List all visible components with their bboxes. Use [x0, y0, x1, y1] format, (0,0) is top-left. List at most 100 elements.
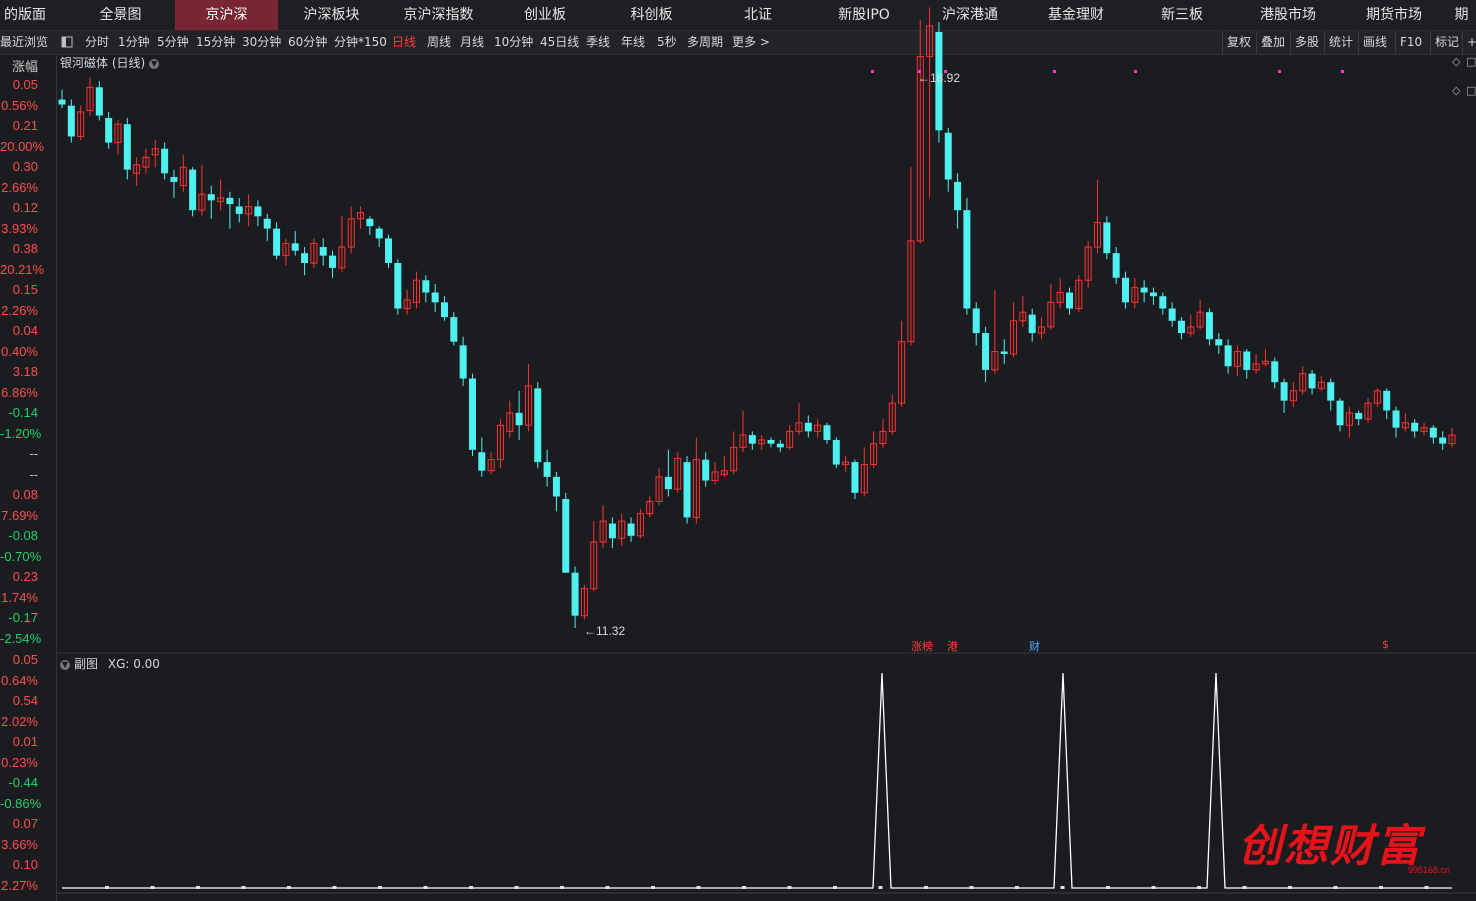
candle-body — [58, 99, 66, 105]
candle-body — [1224, 345, 1232, 367]
xg-dot — [105, 886, 109, 889]
kline-chart[interactable] — [0, 0, 1476, 901]
candle-body — [459, 345, 467, 379]
candle-body — [1066, 292, 1074, 309]
candle-body — [170, 176, 178, 182]
xg-dot — [651, 886, 655, 889]
candle-body — [450, 317, 458, 342]
event-marker[interactable]: $ — [1382, 638, 1389, 651]
candle-body — [385, 238, 393, 264]
candle-body — [851, 462, 859, 493]
candle-body — [394, 263, 402, 309]
axis-settings-icon[interactable]: □ — [1466, 84, 1476, 97]
main-panel-title: 银河磁体 (日线) ▼ — [60, 54, 160, 71]
candle-body — [235, 206, 243, 214]
candle-body — [982, 333, 990, 370]
xg-dot — [924, 886, 928, 889]
candle-body — [440, 302, 448, 318]
candle-body — [562, 498, 570, 573]
candle-body — [254, 206, 262, 217]
candle-body — [161, 148, 169, 174]
candle-body — [1159, 296, 1167, 309]
candle-body — [515, 412, 523, 426]
candle-body — [552, 476, 560, 497]
candle-body — [823, 425, 831, 440]
candle-body — [375, 228, 383, 239]
candle-body — [963, 210, 971, 309]
candle-body — [1271, 361, 1279, 383]
xg-dot — [150, 886, 155, 889]
xg-dot — [287, 886, 291, 889]
candle-body — [608, 523, 616, 539]
candle-body — [776, 443, 784, 448]
event-marker[interactable]: 港 — [947, 638, 958, 654]
candle-body — [1383, 390, 1391, 411]
xg-dot — [378, 886, 382, 889]
candle-body — [1103, 222, 1111, 254]
candle-body — [263, 218, 271, 229]
stock-name-period: 银河磁体 (日线) — [60, 56, 146, 70]
xg-dot — [241, 886, 246, 889]
xg-dot — [1060, 886, 1065, 889]
event-marker[interactable]: 涨榜 — [911, 638, 933, 654]
close-panel-icon[interactable]: □ — [1466, 55, 1476, 68]
signal-marker — [871, 70, 874, 73]
xg-dot — [1333, 886, 1338, 889]
sub-panel-name: 副图 — [74, 657, 99, 671]
indicator-value: XG: 0.00 — [107, 657, 160, 671]
candle-body — [1140, 287, 1148, 293]
candle-body — [543, 462, 551, 477]
candle-body — [1149, 292, 1157, 297]
xg-dot — [1151, 886, 1156, 889]
chevron-down-icon[interactable]: ▼ — [60, 659, 70, 670]
candle-body — [767, 439, 775, 444]
candle-body — [273, 228, 281, 256]
candle-body — [534, 388, 542, 463]
candle-body — [1112, 253, 1120, 278]
signal-marker — [1053, 70, 1056, 73]
candle-body — [1327, 382, 1335, 401]
xg-dot — [1242, 886, 1247, 889]
chevron-down-icon[interactable]: ▼ — [149, 58, 160, 69]
candle-body — [944, 132, 952, 180]
candle-body — [189, 169, 197, 211]
candle-body — [832, 439, 840, 465]
candle-body — [105, 118, 113, 143]
xg-dot — [560, 886, 564, 889]
logo-url: 995168.cn — [1408, 865, 1451, 875]
xg-dot — [1106, 886, 1110, 889]
candle-body — [1411, 422, 1419, 432]
candle-body — [1355, 412, 1363, 420]
xg-dot — [605, 886, 610, 889]
candle-body — [291, 243, 299, 251]
signal-marker — [1134, 70, 1137, 73]
candle-body — [226, 197, 234, 205]
xg-dot — [833, 886, 837, 889]
candle-body — [422, 280, 430, 293]
candle-body — [702, 459, 710, 481]
candle-body — [972, 308, 980, 334]
xg-dot — [196, 886, 200, 889]
xg-dot — [878, 886, 883, 889]
candle-body — [1028, 314, 1036, 334]
candle-body — [571, 572, 579, 616]
candle-body — [95, 87, 103, 116]
xg-dot — [1015, 886, 1019, 889]
event-marker[interactable]: 财 — [1029, 638, 1040, 654]
candle-body — [319, 247, 327, 256]
xg-dot — [469, 886, 473, 889]
xg-dot — [332, 886, 337, 889]
xg-dot — [1379, 886, 1383, 889]
sub-panel-title: ▼ 副图 XG: 0.00 — [60, 655, 160, 672]
expand-panel-icon[interactable]: ◇ — [1452, 55, 1460, 68]
candle-body — [67, 105, 75, 137]
xg-dot — [1288, 886, 1292, 889]
xg-dot — [787, 886, 792, 889]
expand-axis-icon[interactable]: ◇ — [1452, 84, 1460, 97]
candle-body — [329, 255, 337, 268]
high-price-label: ←18.92 — [918, 71, 961, 85]
candle-body — [478, 452, 486, 471]
xg-dot — [742, 886, 746, 889]
candle-body — [748, 435, 756, 444]
candle-body — [301, 253, 309, 264]
